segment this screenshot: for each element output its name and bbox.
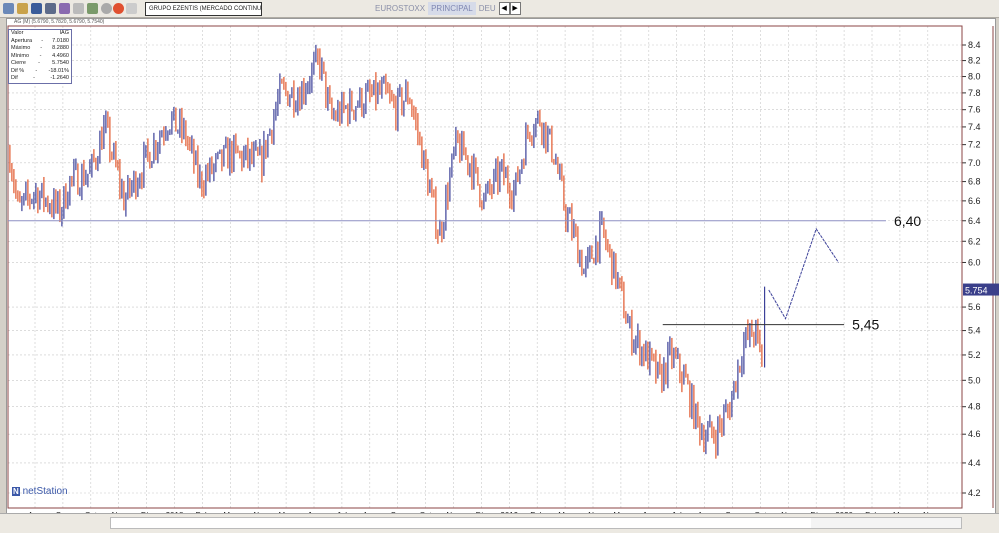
y-tick-label: 7.6: [968, 105, 981, 115]
y-tick-label: 7.2: [968, 140, 981, 150]
info-cell: -1.2640: [50, 75, 69, 81]
y-tick-label: 5.4: [968, 326, 981, 336]
info-row: Máximo - 8.2880: [9, 45, 71, 53]
logo-text: netStation: [22, 486, 68, 497]
info-cell: 5.7540: [52, 60, 69, 66]
y-tick-label: 4.8: [968, 402, 981, 412]
info-cell: -: [38, 60, 40, 66]
y-tick-label: 4.4: [968, 458, 981, 468]
y-tick-label: 5.6: [968, 302, 981, 312]
info-cell: Valor: [11, 30, 24, 36]
y-tick-label: 6.0: [968, 257, 981, 267]
info-cell: Dif %: [11, 67, 25, 74]
info-row: Mínimo - 4.4960: [9, 53, 71, 61]
info-cell: -: [39, 52, 42, 59]
y-tick-label: 8.4: [968, 40, 981, 50]
y-tick-label: 5.0: [968, 375, 981, 385]
info-cell: Apertura: [11, 37, 33, 44]
info-row: Cierre - 5.7540: [9, 60, 71, 68]
scrollbar-thumb[interactable]: [111, 518, 811, 528]
horizontal-scrollbar[interactable]: [110, 517, 962, 529]
chart-frame: [7, 25, 963, 509]
info-row: Valor IAG: [9, 30, 71, 38]
y-tick-label: 6.6: [968, 196, 981, 206]
info-cell: IAG: [59, 30, 69, 36]
y-tick-label: 6.8: [968, 177, 981, 187]
info-cell: 8.2880: [52, 45, 69, 51]
info-row: Apertura - 7.0180: [9, 38, 71, 46]
netstation-logo: N netStation: [12, 486, 68, 497]
y-tick-label: 6.4: [968, 216, 981, 226]
price-chart[interactable]: AgoSepOctNovDic2018FebMarAbrMayJunJulAgo…: [0, 0, 999, 532]
info-cell: -: [41, 37, 44, 44]
y-tick-label: 8.0: [968, 72, 981, 82]
info-cell: Máximo: [11, 45, 31, 51]
info-row: Dif - -1.2640: [9, 75, 71, 83]
info-cell: 7.0180: [52, 37, 69, 44]
info-cell: -: [35, 67, 38, 74]
y-tick-label: 5.2: [968, 350, 981, 360]
info-cell: -18.01%: [48, 67, 69, 74]
projection-line: [768, 227, 839, 320]
level-label: 6,40: [894, 213, 921, 229]
info-cell: Mínimo: [11, 52, 30, 59]
y-tick-label: 4.2: [968, 488, 981, 498]
y-tick-label: 8.2: [968, 56, 981, 66]
info-row: Dif % - -18.01%: [9, 68, 71, 76]
info-cell: -: [40, 45, 43, 51]
y-tick-label: 7.8: [968, 88, 981, 98]
info-cell: Dif: [11, 75, 18, 81]
y-tick-label: 7.0: [968, 158, 981, 168]
last-price-label: 5.754: [965, 286, 988, 296]
y-tick-label: 4.6: [968, 429, 981, 439]
status-bar: [0, 513, 999, 533]
y-tick-label: 7.4: [968, 122, 981, 132]
info-cell: -: [33, 75, 35, 81]
info-cell: Cierre: [11, 60, 26, 66]
y-tick-label: 6.2: [968, 236, 981, 246]
info-cell: 4.4960: [52, 52, 69, 59]
level-label: 5,45: [852, 317, 879, 333]
info-box: Valor IAG Apertura - 7.0180 Máximo - 8.2880 Míni…: [8, 29, 72, 84]
